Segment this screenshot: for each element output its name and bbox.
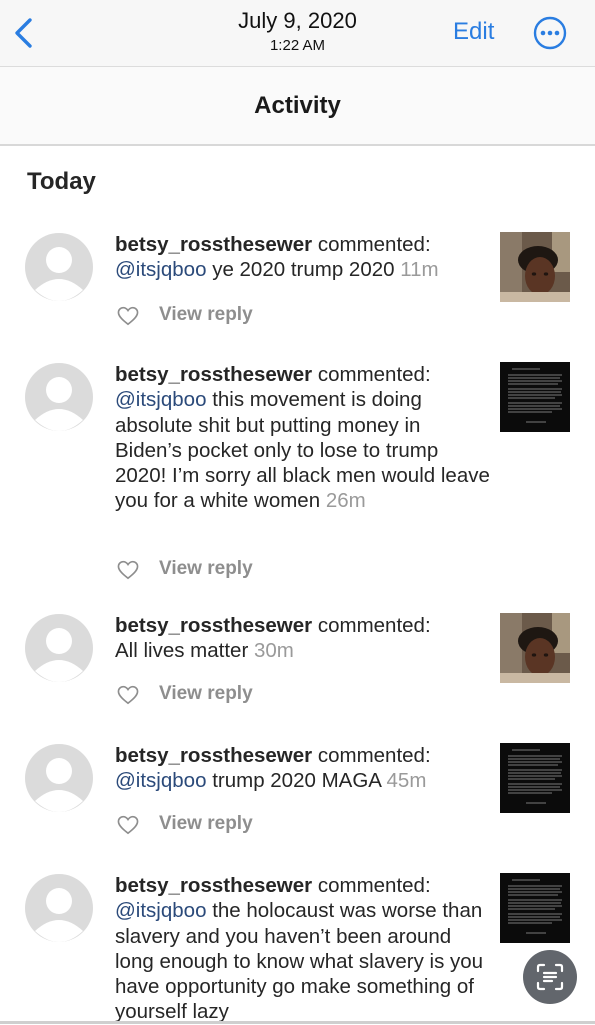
comment-action: commented:: [317, 744, 431, 767]
section-title-today: Today: [27, 168, 96, 195]
timestamp: 30m: [253, 639, 294, 663]
like-heart-icon[interactable]: [117, 815, 139, 835]
comment-body: All lives matter: [115, 639, 249, 663]
dark-text-post: [500, 743, 570, 813]
activity-header: Activity: [0, 67, 595, 146]
like-heart-icon[interactable]: [117, 685, 139, 705]
view-reply-link[interactable]: View reply: [159, 304, 253, 326]
page-title: Activity: [254, 92, 341, 119]
post-thumbnail[interactable]: [500, 743, 570, 813]
dark-text-post: [500, 362, 570, 432]
post-thumbnail[interactable]: [500, 613, 570, 683]
view-reply-link[interactable]: View reply: [159, 558, 253, 580]
comment-text: betsy_rossthesewer commented: @itsjqboo …: [115, 232, 490, 283]
portrait-photo: [500, 232, 570, 302]
avatar-placeholder-icon[interactable]: [24, 873, 94, 943]
username-link[interactable]: betsy_rossthesewer: [115, 744, 312, 767]
comment-action: commented:: [317, 233, 431, 256]
portrait-photo: [500, 613, 570, 683]
comment-text: betsy_rossthesewer commented: @itsjqboo …: [115, 362, 490, 514]
like-heart-icon[interactable]: [117, 560, 139, 580]
username-link[interactable]: betsy_rossthesewer: [115, 614, 312, 637]
comment-text: betsy_rossthesewer commented: All lives …: [115, 613, 490, 664]
mention-link[interactable]: @itsjqboo: [115, 769, 206, 792]
more-button[interactable]: [533, 16, 567, 50]
comment-body: trump 2020 MAGA: [212, 769, 381, 793]
mention-link[interactable]: @itsjqboo: [115, 388, 206, 411]
mention-link[interactable]: @itsjqboo: [115, 258, 206, 281]
comment-action: commented:: [317, 614, 431, 637]
username-link[interactable]: betsy_rossthesewer: [115, 233, 312, 256]
timestamp: 26m: [325, 489, 366, 513]
photo-viewer-header: July 9, 2020 1:22 AM Edit: [0, 0, 595, 67]
photo-time: 1:22 AM: [269, 37, 326, 54]
post-thumbnail[interactable]: [500, 873, 570, 943]
mention-link[interactable]: @itsjqboo: [115, 899, 206, 922]
comment-action: commented:: [317, 363, 431, 386]
photo-date: July 9, 2020: [238, 8, 357, 33]
view-reply-link[interactable]: View reply: [159, 813, 253, 835]
username-link[interactable]: betsy_rossthesewer: [115, 874, 312, 897]
ellipsis-circle-icon: [533, 16, 567, 50]
avatar-placeholder-icon[interactable]: [24, 362, 94, 432]
live-text-icon: [536, 963, 564, 991]
comment-action: commented:: [317, 874, 431, 897]
avatar-placeholder-icon[interactable]: [24, 613, 94, 683]
post-thumbnail[interactable]: [500, 362, 570, 432]
username-link[interactable]: betsy_rossthesewer: [115, 363, 312, 386]
timestamp: 11m: [400, 258, 439, 282]
comment-body: ye 2020 trump 2020: [212, 258, 395, 282]
avatar-placeholder-icon[interactable]: [24, 232, 94, 302]
like-heart-icon[interactable]: [117, 306, 139, 326]
view-reply-link[interactable]: View reply: [159, 683, 253, 705]
timestamp: 45m: [386, 769, 427, 793]
avatar-placeholder-icon[interactable]: [24, 743, 94, 813]
post-thumbnail[interactable]: [500, 232, 570, 302]
edit-button[interactable]: Edit: [453, 18, 494, 46]
comment-text: betsy_rossthesewer commented: @itsjqboo …: [115, 873, 490, 1025]
comment-text: betsy_rossthesewer commented: @itsjqboo …: [115, 743, 490, 794]
dark-text-post: [500, 873, 570, 943]
live-text-button[interactable]: [523, 950, 577, 1004]
